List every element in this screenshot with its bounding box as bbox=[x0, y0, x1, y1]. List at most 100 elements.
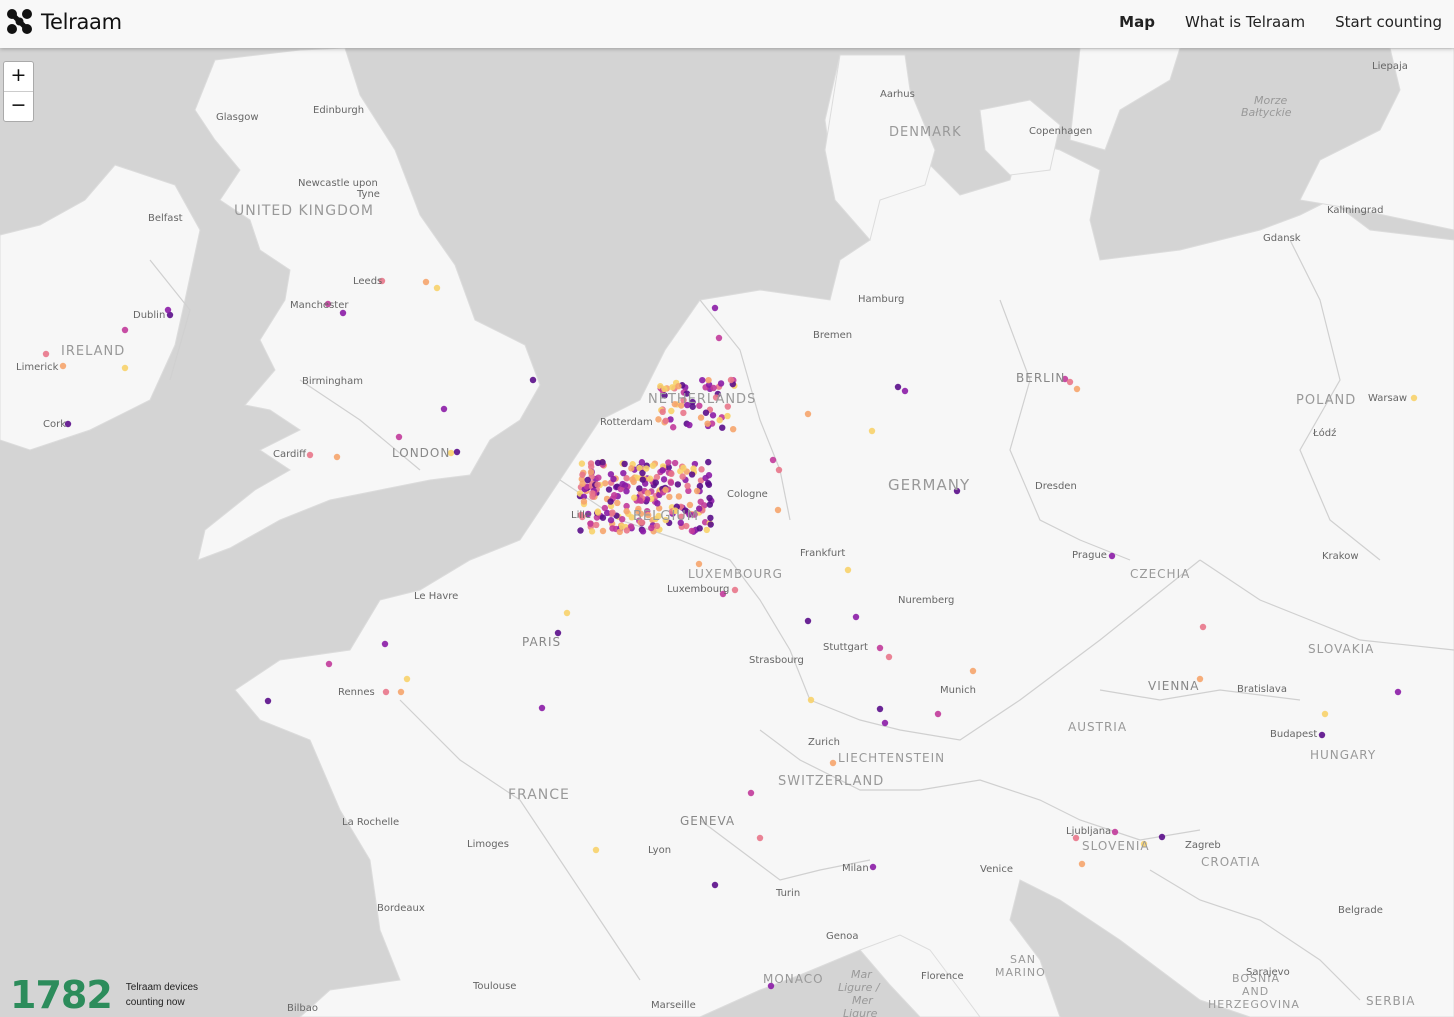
device-dot[interactable] bbox=[42, 350, 50, 358]
device-dot[interactable] bbox=[690, 465, 697, 472]
device-dot[interactable] bbox=[1318, 731, 1326, 739]
device-dot[interactable] bbox=[703, 526, 710, 534]
device-dot[interactable] bbox=[577, 527, 584, 534]
device-dot[interactable] bbox=[643, 465, 650, 472]
device-dot[interactable] bbox=[594, 481, 601, 488]
device-dot[interactable] bbox=[264, 697, 272, 705]
device-dot[interactable] bbox=[704, 480, 712, 487]
device-dot[interactable] bbox=[609, 525, 616, 532]
device-dot[interactable] bbox=[684, 482, 691, 490]
device-dot[interactable] bbox=[707, 514, 714, 522]
device-dot[interactable] bbox=[1410, 394, 1418, 402]
device-dot[interactable] bbox=[705, 458, 712, 466]
device-dot[interactable] bbox=[769, 456, 777, 464]
device-dot[interactable] bbox=[587, 468, 595, 476]
device-dot[interactable] bbox=[852, 613, 860, 621]
device-dot[interactable] bbox=[724, 412, 731, 420]
device-dot[interactable] bbox=[563, 609, 571, 617]
device-dot[interactable] bbox=[731, 586, 739, 594]
device-dot[interactable] bbox=[529, 376, 537, 384]
device-dot[interactable] bbox=[306, 451, 314, 459]
device-dot[interactable] bbox=[325, 660, 333, 668]
device-dot[interactable] bbox=[705, 376, 712, 384]
device-dot[interactable] bbox=[605, 486, 613, 493]
device-dot[interactable] bbox=[807, 696, 815, 704]
device-dot[interactable] bbox=[589, 493, 596, 500]
map-canvas[interactable]: UNITED KINGDOM IRELAND NETHERLANDS BELGI… bbox=[0, 48, 1454, 1017]
device-dot[interactable] bbox=[579, 471, 586, 478]
device-dot[interactable] bbox=[711, 304, 719, 312]
device-dot[interactable] bbox=[397, 688, 405, 696]
device-dot[interactable] bbox=[588, 528, 596, 535]
device-dot[interactable] bbox=[1111, 828, 1119, 836]
device-dot[interactable] bbox=[422, 278, 430, 286]
device-dot[interactable] bbox=[580, 498, 588, 505]
device-dot[interactable] bbox=[121, 364, 129, 372]
nav-what-is-telraam[interactable]: What is Telraam bbox=[1185, 13, 1305, 31]
device-dot[interactable] bbox=[609, 509, 616, 516]
device-dot[interactable] bbox=[660, 476, 668, 483]
device-dot[interactable] bbox=[648, 524, 655, 532]
device-dot[interactable] bbox=[696, 525, 703, 532]
device-dot[interactable] bbox=[774, 506, 782, 514]
device-dot[interactable] bbox=[680, 409, 687, 417]
device-dot[interactable] bbox=[715, 334, 723, 342]
device-dot[interactable] bbox=[659, 408, 666, 416]
device-dot[interactable] bbox=[716, 416, 723, 424]
device-dot[interactable] bbox=[59, 362, 67, 370]
device-dot[interactable] bbox=[607, 498, 614, 505]
device-dot[interactable] bbox=[654, 500, 661, 507]
device-dot[interactable] bbox=[727, 376, 735, 384]
device-dot[interactable] bbox=[594, 459, 602, 467]
device-dot[interactable] bbox=[697, 414, 705, 421]
device-dot[interactable] bbox=[686, 421, 693, 429]
device-dot[interactable] bbox=[164, 306, 172, 314]
device-dot[interactable] bbox=[876, 705, 884, 713]
device-dot[interactable] bbox=[698, 466, 705, 473]
device-dot[interactable] bbox=[667, 479, 675, 486]
device-dot[interactable] bbox=[619, 480, 626, 488]
device-dot[interactable] bbox=[707, 521, 714, 528]
device-dot[interactable] bbox=[702, 409, 710, 416]
device-dot[interactable] bbox=[969, 667, 977, 675]
device-dot[interactable] bbox=[693, 487, 701, 495]
device-dot[interactable] bbox=[829, 759, 837, 767]
device-dot[interactable] bbox=[652, 479, 659, 486]
nav-map[interactable]: Map bbox=[1119, 13, 1155, 31]
device-dot[interactable] bbox=[639, 528, 647, 535]
device-dot[interactable] bbox=[706, 494, 713, 502]
device-dot[interactable] bbox=[711, 881, 719, 889]
device-dot[interactable] bbox=[668, 407, 675, 415]
device-dot[interactable] bbox=[593, 521, 600, 529]
device-dot[interactable] bbox=[638, 459, 646, 466]
device-dot[interactable] bbox=[646, 475, 654, 482]
device-dot[interactable] bbox=[623, 487, 630, 495]
device-dot[interactable] bbox=[611, 491, 618, 499]
device-dot[interactable] bbox=[623, 508, 630, 515]
device-dot[interactable] bbox=[804, 617, 812, 625]
device-dot[interactable] bbox=[869, 863, 877, 871]
device-dot[interactable] bbox=[440, 405, 448, 413]
device-dot[interactable] bbox=[706, 501, 714, 508]
device-dot[interactable] bbox=[747, 789, 755, 797]
device-dot[interactable] bbox=[717, 380, 725, 387]
device-dot[interactable] bbox=[804, 410, 812, 418]
device-dot[interactable] bbox=[756, 834, 764, 842]
device-dot[interactable] bbox=[934, 710, 942, 718]
device-dot[interactable] bbox=[403, 675, 411, 683]
device-dot[interactable] bbox=[669, 424, 677, 431]
device-dot[interactable] bbox=[674, 481, 682, 488]
device-dot[interactable] bbox=[578, 460, 586, 467]
device-dot[interactable] bbox=[639, 476, 646, 483]
device-dot[interactable] bbox=[636, 497, 644, 504]
device-dot[interactable] bbox=[1073, 385, 1081, 393]
device-dot[interactable] bbox=[433, 284, 441, 292]
device-dot[interactable] bbox=[620, 469, 627, 477]
device-dot[interactable] bbox=[382, 688, 390, 696]
device-dot[interactable] bbox=[453, 448, 461, 456]
device-dot[interactable] bbox=[775, 466, 783, 474]
device-dot[interactable] bbox=[885, 653, 893, 661]
device-dot[interactable] bbox=[618, 515, 626, 523]
device-dot[interactable] bbox=[538, 704, 546, 712]
device-dot[interactable] bbox=[894, 383, 902, 391]
